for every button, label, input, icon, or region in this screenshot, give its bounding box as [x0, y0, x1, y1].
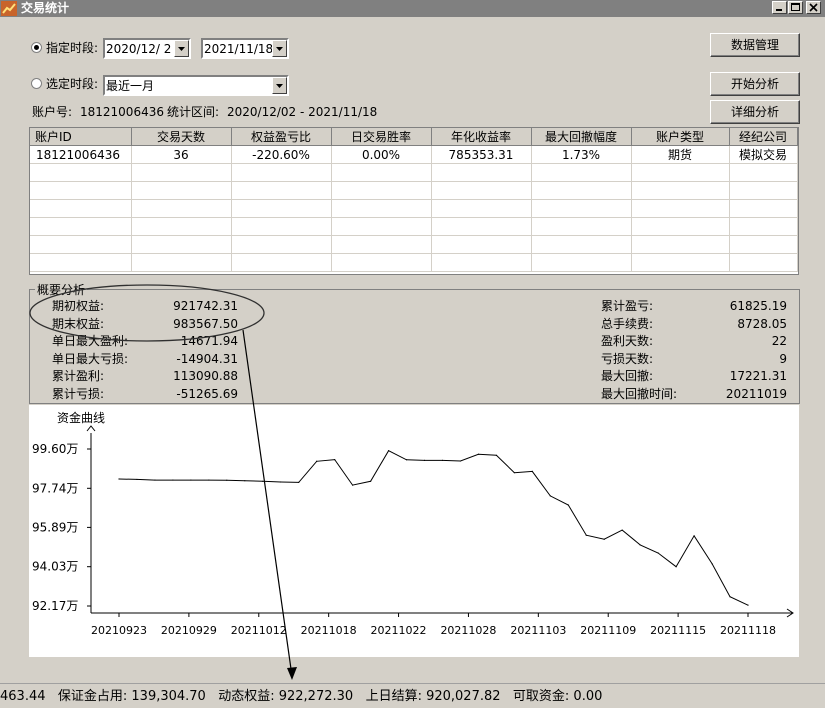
- status-text: 463.44 保证金占用: 139,304.70 动态权益: 922,272.3…: [0, 689, 603, 704]
- highlight-ellipse: [29, 284, 265, 342]
- status-bar: 463.44 保证金占用: 139,304.70 动态权益: 922,272.3…: [0, 683, 825, 708]
- annotation-overlay: [29, 284, 297, 680]
- annotation-arrow: [242, 329, 293, 677]
- annotation-arrowhead: [287, 667, 297, 680]
